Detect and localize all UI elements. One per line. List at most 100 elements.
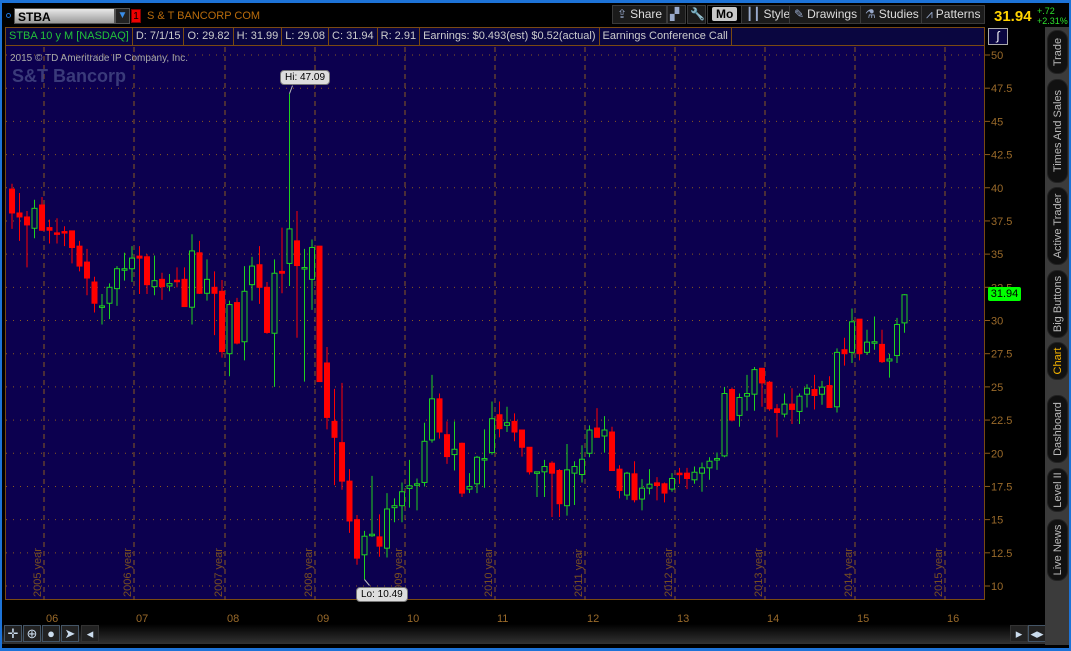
candle-down [444,434,450,458]
tab-big-buttons[interactable]: Big Buttons [1047,270,1068,338]
candle-down [789,403,795,410]
candle-down [256,264,263,288]
candle-up [571,466,578,474]
candle-down [91,281,98,304]
candle-down [631,473,638,501]
candle-up [391,505,398,509]
y-tick-label: 45 [991,116,1003,128]
candle-up [639,487,645,500]
candle-down [264,286,270,333]
y-tick-label: 35 [991,249,1003,261]
candle-down [609,431,615,472]
tab-label: Dashboard [1051,402,1064,456]
candle-up [226,304,233,355]
candle-down [556,470,563,505]
low-callout-pointer [364,579,370,586]
zoom-in-icon: ⊕ [26,626,38,641]
candle-up [309,246,315,280]
scroll-left-button[interactable]: ◂ [81,625,99,642]
candle-up [541,466,548,473]
candle-down [279,270,285,274]
candle-down [331,420,338,438]
y-tick-label: 25 [991,382,1003,394]
candle-up [474,456,480,485]
zoom-out-icon: ● [47,626,55,641]
y-tick-label: 15 [991,515,1003,527]
candle-up [271,272,278,334]
tab-active-trader[interactable]: Active Trader [1047,187,1068,265]
tab-chart[interactable]: Chart [1047,342,1068,380]
candle-down [511,420,518,433]
candle-down [676,472,683,476]
y-tick-label: 47.5 [991,83,1012,95]
year-label: 2013 year [753,548,765,597]
candle-up [504,422,510,426]
tab-trade[interactable]: Trade [1047,30,1068,74]
crosshair-button[interactable]: ✛ [4,625,22,642]
candle-down [159,278,165,288]
tab-label: Times And Sales [1051,89,1064,173]
right-sidebar: Trade Times And Sales Active Trader Big … [1045,27,1069,645]
candle-up [894,323,900,357]
candle-up [646,483,653,489]
candle-up [706,460,713,469]
candle-up [489,418,495,454]
y-tick-label: 40 [991,183,1003,195]
candle-up [586,429,593,454]
candle-up [429,398,435,441]
year-label: 2005 year [32,548,44,597]
high-callout: Hi: 47.09 [280,70,331,85]
candle-up [736,396,743,416]
crosshair-icon: ✛ [7,626,19,641]
candle-down [496,414,503,430]
candle-down [9,188,15,214]
candle-up [601,429,608,437]
candle-up [466,485,473,490]
y-tick-label: 37.5 [991,216,1012,228]
candle-down [811,389,818,397]
year-label: 2010 year [483,548,495,597]
candle-up [421,440,428,483]
candle-up [114,268,120,290]
candle-up [819,386,825,395]
candle-up [864,341,870,353]
year-label: 2007 year [213,548,225,597]
candle-up [451,448,458,456]
candle-down [144,256,150,286]
candle-up [886,358,893,362]
cursor-arrow-icon: ➤ [64,626,76,641]
tab-label: Live News [1051,524,1064,576]
pointer-button[interactable]: ➤ [61,625,79,642]
scroll-right-button[interactable]: ▸ [1010,625,1028,642]
candle-up [781,403,788,415]
candle-up [624,472,630,496]
y-tick-label: 30 [991,316,1003,328]
candle-down [526,446,533,473]
candle-up [241,290,248,343]
candle-down [76,245,83,267]
tab-level-ii[interactable]: Level II [1047,468,1068,512]
tab-live-news[interactable]: Live News [1047,519,1068,581]
candle-up [151,280,158,288]
candle-down [594,427,600,438]
candle-down [24,216,30,226]
candle-up [249,265,255,286]
zoom-out-button[interactable]: ● [42,625,60,642]
low-callout: Lo: 10.49 [356,587,408,602]
year-label: 2015 year [933,548,945,597]
company-logo-watermark: S&T Bancorp [12,66,127,86]
expand-axis-button[interactable]: ◂▸ [1028,625,1046,642]
candle-down [661,483,668,494]
candle-down [856,318,863,355]
zoom-in-button[interactable]: ⊕ [23,625,41,642]
candle-down [54,232,60,235]
candle-up [301,267,308,270]
candle-down [549,462,555,474]
high-callout-pointer [289,85,293,94]
candle-down [684,472,690,479]
candle-up [414,483,420,486]
tab-dashboard[interactable]: Dashboard [1047,395,1068,463]
tab-label: Trade [1051,37,1064,67]
y-tick-label: 27.5 [991,349,1012,361]
tab-times-and-sales[interactable]: Times And Sales [1047,79,1068,183]
